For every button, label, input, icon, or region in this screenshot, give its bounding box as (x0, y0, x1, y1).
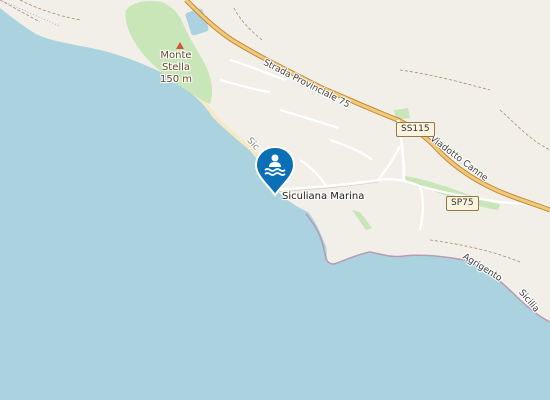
poi-marker[interactable] (254, 145, 296, 197)
sp75-shield: SP75 (446, 196, 479, 211)
monte-stella-elevation: 150 m (160, 74, 193, 85)
monte-stella-name: Monte Stella (160, 50, 192, 73)
ss115-shield: SS115 (396, 122, 435, 137)
monte-stella-label: Monte Stella 150 m (160, 50, 192, 86)
peak-icon (176, 42, 184, 49)
map-view[interactable]: Monte Stella 150 m Strada Provinciale 75… (0, 0, 550, 400)
